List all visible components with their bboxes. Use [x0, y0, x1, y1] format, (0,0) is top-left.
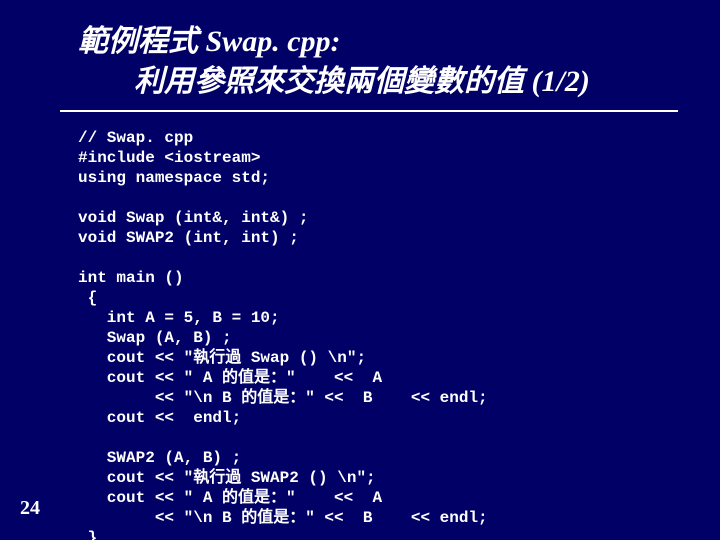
- slide-title: 範例程式 Swap. cpp: 利用參照來交換兩個變數的值 (1/2): [78, 22, 680, 102]
- title-underline: [60, 110, 678, 112]
- title-line-1: 範例程式 Swap. cpp:: [78, 22, 680, 62]
- page-number: 24: [20, 497, 40, 520]
- code-block: // Swap. cpp #include <iostream> using n…: [78, 128, 488, 540]
- slide: 範例程式 Swap. cpp: 利用參照來交換兩個變數的值 (1/2) // S…: [0, 0, 720, 540]
- title-line-2: 利用參照來交換兩個變數的值 (1/2): [78, 62, 680, 102]
